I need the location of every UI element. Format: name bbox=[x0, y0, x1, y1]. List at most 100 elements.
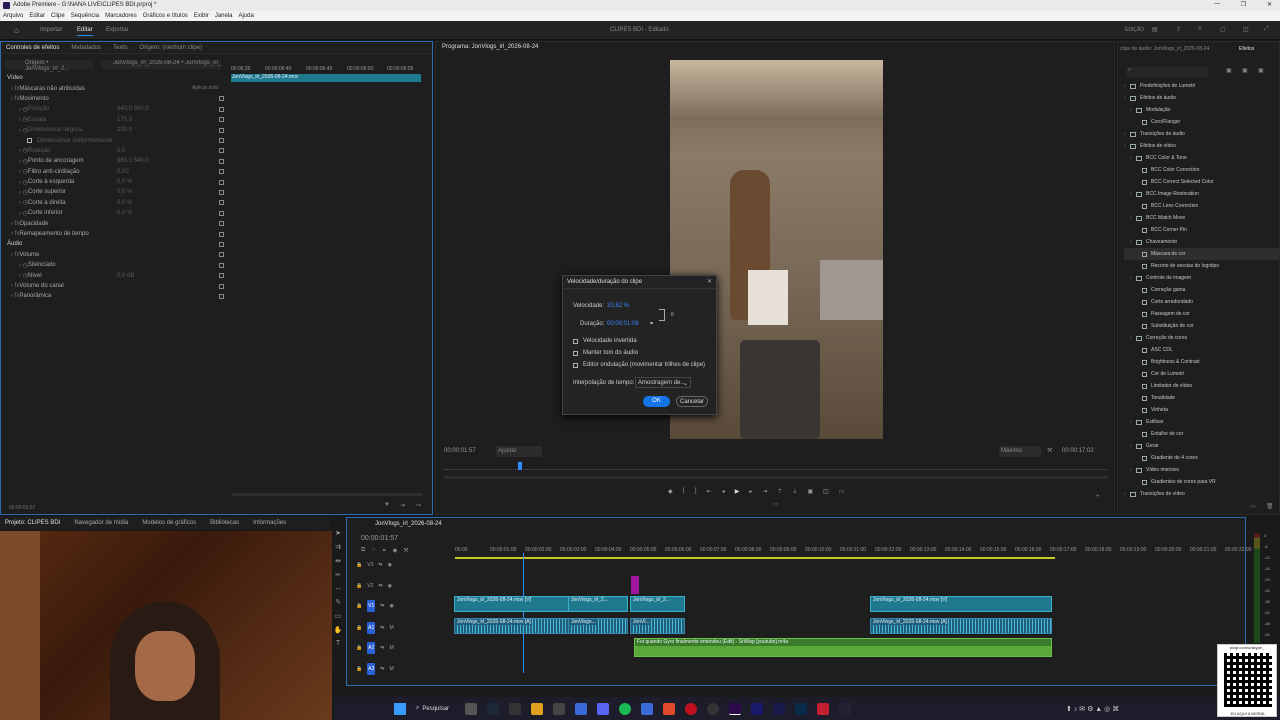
wrench-icon[interactable]: ⚒ bbox=[1047, 447, 1052, 454]
in-icon[interactable]: { bbox=[683, 488, 685, 498]
eye-icon[interactable]: ◉ bbox=[388, 562, 392, 568]
app-icon[interactable] bbox=[641, 702, 653, 715]
effects-tree-item[interactable]: BCC Color Correction bbox=[1124, 164, 1279, 176]
tab-effects[interactable]: Efeitos bbox=[1239, 46, 1254, 52]
effects-tree-item[interactable]: Gradientes de cores para VR bbox=[1124, 476, 1279, 488]
lock-icon[interactable]: 🔒 bbox=[356, 603, 362, 609]
timeline-playhead[interactable] bbox=[523, 553, 524, 673]
toggle-icon[interactable]: ▭ bbox=[773, 501, 779, 508]
effect-row-value[interactable]: 0,0 % bbox=[117, 210, 132, 216]
share-icon[interactable]: ⇪ bbox=[1176, 26, 1181, 33]
lift-icon[interactable]: ⇡ bbox=[777, 488, 782, 498]
expand-icon[interactable]: › fx bbox=[11, 283, 19, 289]
lock-icon[interactable]: 🔒 bbox=[356, 562, 362, 568]
effects-tree-item[interactable]: BCC Lens Correction bbox=[1124, 200, 1279, 212]
new-bin-icon[interactable]: ▭ bbox=[1250, 503, 1256, 510]
ripple-edit-check[interactable]: Editor ondulação (movimentar trilhes de … bbox=[573, 362, 705, 368]
effect-row[interactable]: › fx Remapeamento de tempo bbox=[7, 229, 229, 239]
effects-tree-item[interactable]: › Gerar bbox=[1124, 440, 1279, 452]
video-clip[interactable]: JonVlogs_irl_2... bbox=[630, 596, 685, 612]
timeline-ruler[interactable]: 00:00 00:00:01:00 00:00:02:00 00:00:03:00 00… bbox=[455, 547, 1251, 557]
video-clip[interactable]: JonVlogs_irl_2026-08-24.mov [V] bbox=[870, 596, 1052, 612]
tab-editar[interactable]: Editar bbox=[77, 27, 93, 36]
effects-tree-item[interactable]: › Controle de imagem bbox=[1124, 272, 1279, 284]
sync-icon[interactable]: ⇆ bbox=[380, 666, 384, 672]
nest-icon[interactable]: ⧉ bbox=[361, 547, 365, 554]
tab-graphic-templates[interactable]: Modelos de gráficos bbox=[142, 520, 196, 526]
eye-icon[interactable]: ◉ bbox=[389, 603, 393, 609]
effects-tree-item[interactable]: Coro/Flanger bbox=[1124, 116, 1279, 128]
expand-icon[interactable]: › fx bbox=[11, 221, 19, 227]
effect-row[interactable]: › ◷ Corte à esquerda 0,0 % bbox=[7, 177, 229, 187]
effect-row[interactable]: › ◷ Dimensionar largura 100,0 bbox=[7, 125, 229, 135]
steam-icon[interactable] bbox=[487, 702, 499, 715]
sync-icon[interactable]: ⇆ bbox=[380, 645, 384, 651]
slip-tool-icon[interactable]: ↔ bbox=[335, 585, 342, 592]
effect-row[interactable]: › ◷ Corte superior 0,0 % bbox=[7, 187, 229, 197]
tab-media-browser[interactable]: Navegador de mídia bbox=[74, 520, 128, 526]
checkbox-icon[interactable] bbox=[573, 362, 578, 368]
sequence-select[interactable]: JonVlogs_irl_2026-08-24 • JonVlogs_irl_2… bbox=[101, 60, 221, 69]
app-icon[interactable] bbox=[553, 702, 565, 715]
program-zoom-bar[interactable] bbox=[444, 476, 1108, 479]
effects-tree-item[interactable]: Brightness & Contrast bbox=[1124, 356, 1279, 368]
reset-icon[interactable] bbox=[219, 252, 224, 258]
selection-tool-icon[interactable]: ➤ bbox=[335, 529, 341, 537]
dialog-close-icon[interactable]: ✕ bbox=[707, 278, 712, 285]
filter-icon[interactable]: ▼ bbox=[384, 502, 390, 508]
hand-tool-icon[interactable]: ✋ bbox=[334, 626, 343, 634]
reset-icon[interactable] bbox=[219, 283, 224, 289]
track-header[interactable]: 🔒 V3 ⇆ ◉ bbox=[356, 558, 454, 572]
32bit-icon[interactable]: ▣ bbox=[1242, 67, 1248, 74]
track-header[interactable]: 🔒 A3 ⇆ M bbox=[356, 662, 454, 676]
marker-icon[interactable]: ◆ bbox=[393, 547, 398, 554]
effect-row[interactable]: › ◷ Corte inferior 0,0 % bbox=[7, 208, 229, 218]
reset-icon[interactable] bbox=[219, 189, 224, 195]
effects-tree-item[interactable]: › Correção de cores bbox=[1124, 332, 1279, 344]
music-clip[interactable]: Foi quando Gyro finalmente entendeu (Edi… bbox=[634, 638, 1052, 657]
add-button-icon[interactable]: + bbox=[1096, 494, 1100, 500]
effect-row-value[interactable]: 175,0 bbox=[117, 117, 132, 123]
duration-value[interactable]: 00:00:01:08 bbox=[607, 321, 639, 327]
program-scrubber[interactable] bbox=[444, 462, 1108, 470]
effect-row[interactable]: › fx Volume do canal bbox=[7, 281, 229, 291]
discord-icon[interactable] bbox=[597, 702, 609, 715]
track-label[interactable]: A3 bbox=[367, 663, 376, 675]
reset-icon[interactable] bbox=[219, 231, 224, 237]
track-label[interactable]: V2 bbox=[367, 583, 373, 589]
reset-icon[interactable] bbox=[219, 273, 224, 279]
effects-tree-item[interactable]: › Transições de vídeo bbox=[1124, 488, 1279, 500]
mute-icon[interactable]: M bbox=[389, 625, 393, 631]
menu-marcadores[interactable]: Marcadores bbox=[105, 13, 137, 19]
step-fwd-icon[interactable]: ▸ bbox=[749, 488, 752, 498]
tab-libraries[interactable]: Bibliotecas bbox=[210, 520, 239, 526]
reset-icon[interactable] bbox=[219, 241, 224, 247]
effect-row[interactable]: › ◷ Silenciado bbox=[7, 260, 229, 270]
effects-tree-item[interactable]: › Modulação bbox=[1124, 104, 1279, 116]
program-playhead[interactable] bbox=[518, 462, 522, 470]
menu-graficos[interactable]: Gráficos e títulos bbox=[143, 13, 188, 19]
windows-start-icon[interactable] bbox=[394, 702, 406, 715]
tray-icons[interactable]: ⬆ ♪ ✉ ⚙ ▲ ◎ ⌘ bbox=[1066, 705, 1119, 713]
expand-icon[interactable]: › ◷ bbox=[19, 158, 28, 165]
expand-icon[interactable]: › ◷ bbox=[19, 199, 28, 206]
effects-tree-item[interactable]: Corte arredondado bbox=[1124, 296, 1279, 308]
accelerated-icon[interactable]: ▣ bbox=[1226, 67, 1232, 74]
sync-icon[interactable]: ⇆ bbox=[378, 583, 382, 589]
goto-out-icon[interactable]: ⇥ bbox=[762, 488, 767, 498]
effect-row[interactable]: Vídeo bbox=[7, 73, 229, 83]
maximize-icon[interactable]: ❐ bbox=[1241, 1, 1246, 8]
fullscreen-icon[interactable]: ⤢ bbox=[1264, 26, 1269, 33]
effect-row[interactable]: › ◷ Corte à direita 0,0 % bbox=[7, 198, 229, 208]
maintain-pitch-check[interactable]: Manter tom do áudio bbox=[573, 350, 638, 356]
ripple-tool-icon[interactable]: ⇹ bbox=[335, 557, 341, 565]
menu-editar[interactable]: Editar bbox=[29, 13, 45, 19]
checkbox-icon[interactable] bbox=[573, 350, 578, 356]
effect-row[interactable]: › ◷ Escala 175,0 bbox=[7, 115, 229, 125]
menu-arquivo[interactable]: Arquivo bbox=[3, 13, 23, 19]
effects-tree-item[interactable]: › Predefinições de Lumetri bbox=[1124, 80, 1279, 92]
app-icon[interactable] bbox=[509, 702, 521, 715]
compare-icon[interactable]: ◫ bbox=[823, 488, 829, 498]
tab-info[interactable]: Informações bbox=[253, 520, 286, 526]
reset-icon[interactable] bbox=[219, 158, 224, 164]
